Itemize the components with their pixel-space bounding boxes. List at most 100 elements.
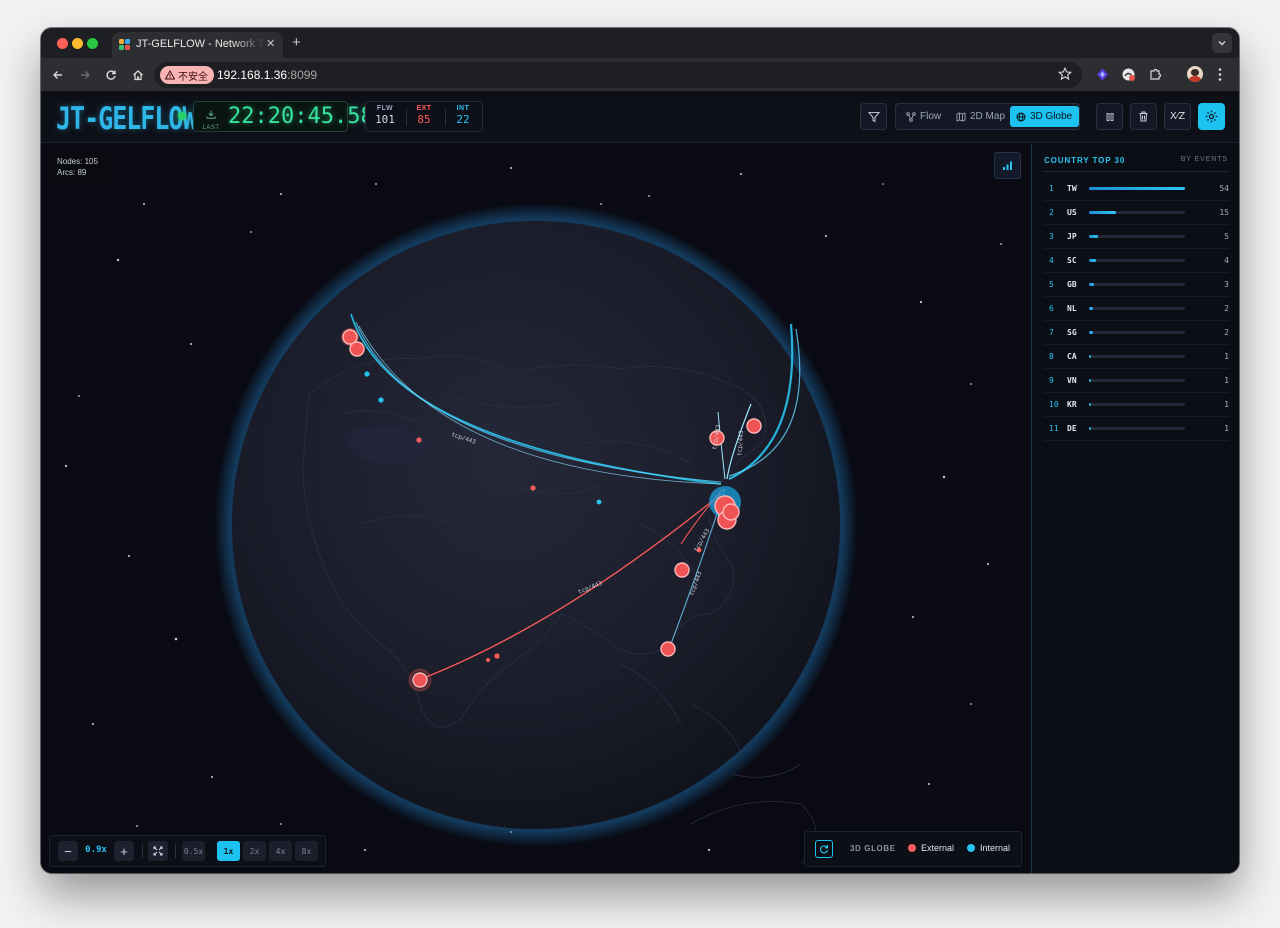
country-row-sg[interactable]: 7 SG 2 [1044,321,1229,345]
browser-menu-icon[interactable] [1217,67,1223,82]
insecure-label: 不安全 [178,71,208,83]
rank-bar-track [1089,235,1185,238]
extensions-puzzle-icon[interactable] [1148,67,1163,82]
zoom-out-button[interactable]: − [58,841,78,861]
clear-button[interactable] [1130,103,1157,130]
country-code: SG [1067,328,1077,337]
tab-3d-globe-view[interactable]: 3D Globe [1010,106,1079,127]
window-maximize-button[interactable] [87,38,98,49]
tab-2d-map-view[interactable]: 2D Map [950,106,1011,127]
zoom-in-button[interactable]: + [114,841,134,861]
window-minimize-button[interactable] [72,38,83,49]
rank-bar-fill [1089,379,1092,382]
fit-view-button[interactable] [148,841,168,861]
settings-button[interactable] [1198,103,1225,130]
download-last-button[interactable]: LAST [202,106,220,131]
legend-title: 3D GLOBE [850,844,896,853]
stat-ext: EXT 85 [416,105,432,126]
browser-tab-bar: JT-GELFLOW - Network Traffic ✕ + [41,28,1239,58]
url-text[interactable]: 192.168.1.36:8099 [217,68,317,82]
country-code: GB [1067,280,1077,289]
rank-bar-fill [1089,355,1092,358]
rank-number: 11 [1049,424,1059,433]
country-code: KR [1067,400,1077,409]
speed-2x-button[interactable]: 2x [243,841,266,861]
country-row-vn[interactable]: 9 VN 1 [1044,369,1229,393]
address-bar[interactable]: 不安全 192.168.1.36:8099 [154,62,1082,88]
extension-gem-icon[interactable] [1095,67,1110,82]
event-count: 2 [1224,304,1229,313]
country-row-tw[interactable]: 1 TW 54 [1044,177,1229,201]
browser-tab-active[interactable]: JT-GELFLOW - Network Traffic ✕ [112,32,283,58]
chevron-down-icon [1218,41,1226,46]
country-row-jp[interactable]: 3 JP 5 [1044,225,1229,249]
browser-window: JT-GELFLOW - Network Traffic ✕ + 不安全 192… [41,28,1239,873]
back-icon[interactable] [49,66,67,84]
extension-profile-icon[interactable] [1121,67,1136,82]
rank-bar-track [1089,355,1185,358]
app-favicon-icon [119,39,130,50]
fit-screen-icon [153,846,163,856]
country-row-sc[interactable]: 4 SC 4 [1044,249,1229,273]
rotate-reset-icon [820,845,829,854]
rank-bar-fill [1089,187,1185,190]
new-tab-icon[interactable]: + [292,34,301,51]
stat-flw: FLW 101 [375,105,395,126]
tab-flow-view[interactable]: Flow [900,106,947,127]
speed-0.5x-button[interactable]: 0.5x [182,841,205,861]
bar-chart-icon [1003,161,1012,170]
filter-button[interactable] [860,103,887,130]
zoom-speed-controls: − 0.9x + 0.5x 1x 2x 4x 8x [49,835,326,867]
filter-icon [867,111,880,122]
rank-bar-track [1089,403,1185,406]
reload-icon[interactable] [102,66,120,84]
speed-8x-button[interactable]: 8x [295,841,318,861]
node-count: Nodes: 105 [57,157,98,166]
rank-number: 6 [1049,304,1054,313]
tab-close-icon[interactable]: ✕ [266,37,275,50]
country-code: NL [1067,304,1077,313]
event-count: 1 [1224,400,1229,409]
internal-dot-icon [967,844,975,852]
rank-number: 2 [1049,208,1054,217]
tab-search-button[interactable] [1212,33,1232,53]
country-code: CA [1067,352,1077,361]
country-row-kr[interactable]: 10 KR 1 [1044,393,1229,417]
country-row-de[interactable]: 11 DE 1 [1044,417,1229,441]
avatar[interactable] [1187,66,1203,82]
rank-number: 4 [1049,256,1054,265]
language-toggle-button[interactable]: X⁄Z [1164,103,1191,130]
clock-label: LAST [202,125,220,131]
browser-toolbar: 不安全 192.168.1.36:8099 [41,58,1239,92]
globe-stage[interactable]: tcp/443 tcp/443 tcp/443 tcp/443 tcp/443 … [41,144,1030,873]
map-legend: 3D GLOBE External Internal [804,831,1022,867]
rank-number: 9 [1049,376,1054,385]
forward-icon[interactable] [76,66,94,84]
zoom-level: 0.9x [85,845,107,855]
rank-number: 5 [1049,280,1054,289]
home-icon[interactable] [129,66,147,84]
globe-icon [1016,112,1026,121]
speed-1x-button[interactable]: 1x [217,841,240,861]
clock-time: 22:20:45.58 [228,104,374,129]
rank-number: 3 [1049,232,1054,241]
country-row-us[interactable]: 2 US 15 [1044,201,1229,225]
event-count: 1 [1224,424,1229,433]
country-ranking-panel: COUNTRY TOP 30 BY EVENTS 1 TW 54 2 US 15 3 JP 5 4… [1031,144,1239,873]
speed-4x-button[interactable]: 4x [269,841,292,861]
pause-button[interactable] [1096,103,1123,130]
event-count: 54 [1219,184,1229,193]
download-icon [206,110,216,119]
insecure-badge[interactable]: 不安全 [160,66,214,84]
country-row-nl[interactable]: 6 NL 2 [1044,297,1229,321]
bookmark-star-icon[interactable] [1058,67,1072,81]
window-close-button[interactable] [57,38,68,49]
country-code: SC [1067,256,1077,265]
stats-panel-toggle-button[interactable] [994,152,1021,179]
country-row-ca[interactable]: 8 CA 1 [1044,345,1229,369]
rank-bar-fill [1089,283,1095,286]
reset-view-button[interactable] [815,840,833,858]
country-row-gb[interactable]: 5 GB 3 [1044,273,1229,297]
rank-bar-fill [1089,427,1092,430]
event-count: 1 [1224,376,1229,385]
